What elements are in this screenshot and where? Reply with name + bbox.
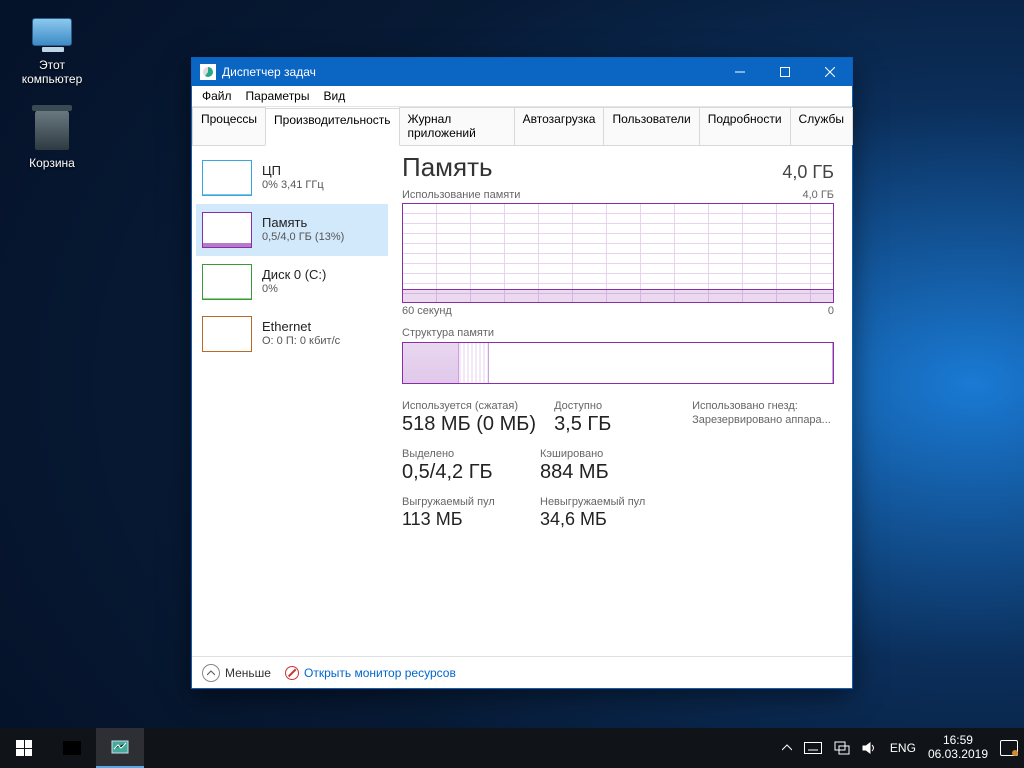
task-view-button[interactable]: [48, 728, 96, 768]
open-resource-monitor-link[interactable]: Открыть монитор ресурсов: [285, 666, 456, 680]
stat-avail-label: Доступно: [554, 400, 674, 412]
menu-view[interactable]: Вид: [323, 89, 345, 103]
tab-services[interactable]: Службы: [790, 107, 853, 145]
chevron-up-icon: [202, 664, 220, 682]
cpu-mini-chart: [202, 160, 252, 196]
stat-commit-label: Выделено: [402, 448, 522, 460]
usage-chart-label: Использование памяти: [402, 189, 520, 201]
menu-file[interactable]: Файл: [202, 89, 232, 103]
windows-logo-icon: [16, 740, 32, 756]
sidebar-item-sub: 0,5/4,0 ГБ (13%): [262, 231, 344, 245]
fewer-details-label: Меньше: [225, 666, 271, 680]
menu-options[interactable]: Параметры: [246, 89, 310, 103]
task-manager-taskbar-icon: [110, 738, 130, 756]
desktop-icon-recycle-bin[interactable]: Корзина: [14, 108, 90, 170]
sidebar-item-title: Диск 0 (C:): [262, 267, 326, 283]
stat-paged-value: 113 МБ: [402, 509, 522, 530]
desktop-icon-label: Корзина: [14, 156, 90, 170]
sidebar-item-disk[interactable]: Диск 0 (C:) 0%: [196, 256, 388, 308]
desktop-icon-this-pc[interactable]: Этот компьютер: [14, 10, 90, 86]
task-view-icon: [62, 740, 82, 756]
window-title: Диспетчер задач: [200, 64, 717, 80]
disk-mini-chart: [202, 264, 252, 300]
pane-title: Память: [402, 152, 493, 183]
stat-commit-value: 0,5/4,2 ГБ: [402, 461, 522, 484]
menu-bar: Файл Параметры Вид: [192, 86, 852, 107]
memory-usage-chart: [402, 203, 834, 303]
sidebar-item-sub: О: 0 П: 0 кбит/с: [262, 335, 340, 349]
tray-chevron-up-icon[interactable]: [782, 743, 792, 753]
stat-cached-label: Кэшировано: [540, 448, 660, 460]
tab-app-history[interactable]: Журнал приложений: [399, 107, 515, 145]
language-indicator[interactable]: ENG: [890, 741, 916, 755]
start-button[interactable]: [0, 728, 48, 768]
stat-slots-label: Использовано гнезд:: [692, 400, 831, 412]
stat-slots-value: Зарезервировано аппара...: [692, 414, 831, 426]
tab-performance[interactable]: Производительность: [265, 108, 399, 146]
tab-users[interactable]: Пользователи: [603, 107, 699, 145]
taskbar: ENG 16:59 06.03.2019: [0, 728, 1024, 768]
recycle-bin-icon: [30, 108, 74, 152]
stat-nonpaged-label: Невыгружаемый пул: [540, 496, 660, 508]
sidebar-item-ethernet[interactable]: Ethernet О: 0 П: 0 кбит/с: [196, 308, 388, 360]
tab-bar: Процессы Производительность Журнал прило…: [192, 107, 852, 146]
stat-nonpaged-value: 34,6 МБ: [540, 509, 660, 530]
sidebar-item-memory[interactable]: Память 0,5/4,0 ГБ (13%): [196, 204, 388, 256]
usage-chart-max: 4,0 ГБ: [802, 189, 834, 201]
axis-left: 60 секунд: [402, 305, 452, 317]
tab-startup[interactable]: Автозагрузка: [514, 107, 605, 145]
system-tray: ENG 16:59 06.03.2019: [782, 734, 1024, 762]
task-manager-icon: [200, 64, 216, 80]
memory-mini-chart: [202, 212, 252, 248]
window-footer: Меньше Открыть монитор ресурсов: [192, 656, 852, 688]
stat-cached-value: 884 МБ: [540, 461, 660, 484]
touch-keyboard-icon[interactable]: [804, 742, 822, 754]
tab-details[interactable]: Подробности: [699, 107, 791, 145]
memory-capacity: 4,0 ГБ: [782, 162, 834, 183]
sidebar-item-cpu[interactable]: ЦП 0% 3,41 ГГц: [196, 152, 388, 204]
task-manager-window: Диспетчер задач Файл Параметры Вид Проце…: [192, 58, 852, 688]
fewer-details-button[interactable]: Меньше: [202, 664, 271, 682]
open-resource-monitor-label: Открыть монитор ресурсов: [304, 666, 456, 680]
sidebar-item-title: ЦП: [262, 163, 324, 179]
performance-sidebar: ЦП 0% 3,41 ГГц Память 0,5/4,0 ГБ (13%) Д…: [192, 146, 392, 667]
axis-right: 0: [828, 305, 834, 317]
action-center-icon[interactable]: [1000, 740, 1018, 756]
stat-paged-label: Выгружаемый пул: [402, 496, 522, 508]
pc-icon: [30, 10, 74, 54]
stat-avail-value: 3,5 ГБ: [554, 413, 674, 436]
memory-composition-chart: [402, 342, 834, 384]
taskbar-app-task-manager[interactable]: [96, 728, 144, 768]
sidebar-item-sub: 0% 3,41 ГГц: [262, 179, 324, 193]
sidebar-item-title: Ethernet: [262, 319, 340, 335]
tab-processes[interactable]: Процессы: [192, 107, 266, 145]
minimize-button[interactable]: [717, 58, 762, 86]
maximize-button[interactable]: [762, 58, 807, 86]
ethernet-mini-chart: [202, 316, 252, 352]
titlebar[interactable]: Диспетчер задач: [192, 58, 852, 86]
clock-time: 16:59: [928, 734, 988, 748]
memory-detail-pane: Память 4,0 ГБ Использование памяти 4,0 Г…: [392, 146, 852, 667]
volume-icon[interactable]: [862, 741, 878, 755]
stat-used-value: 518 МБ (0 МБ): [402, 413, 536, 436]
taskbar-clock[interactable]: 16:59 06.03.2019: [928, 734, 988, 762]
resource-monitor-icon: [285, 666, 299, 680]
sidebar-item-title: Память: [262, 215, 344, 231]
window-title-text: Диспетчер задач: [222, 65, 316, 79]
network-icon[interactable]: [834, 741, 850, 755]
close-button[interactable]: [807, 58, 852, 86]
desktop-icon-label: Этот компьютер: [14, 58, 90, 86]
sidebar-item-sub: 0%: [262, 283, 326, 297]
composition-label: Структура памяти: [402, 327, 834, 339]
clock-date: 06.03.2019: [928, 748, 988, 762]
stat-used-label: Используется (сжатая): [402, 400, 536, 412]
